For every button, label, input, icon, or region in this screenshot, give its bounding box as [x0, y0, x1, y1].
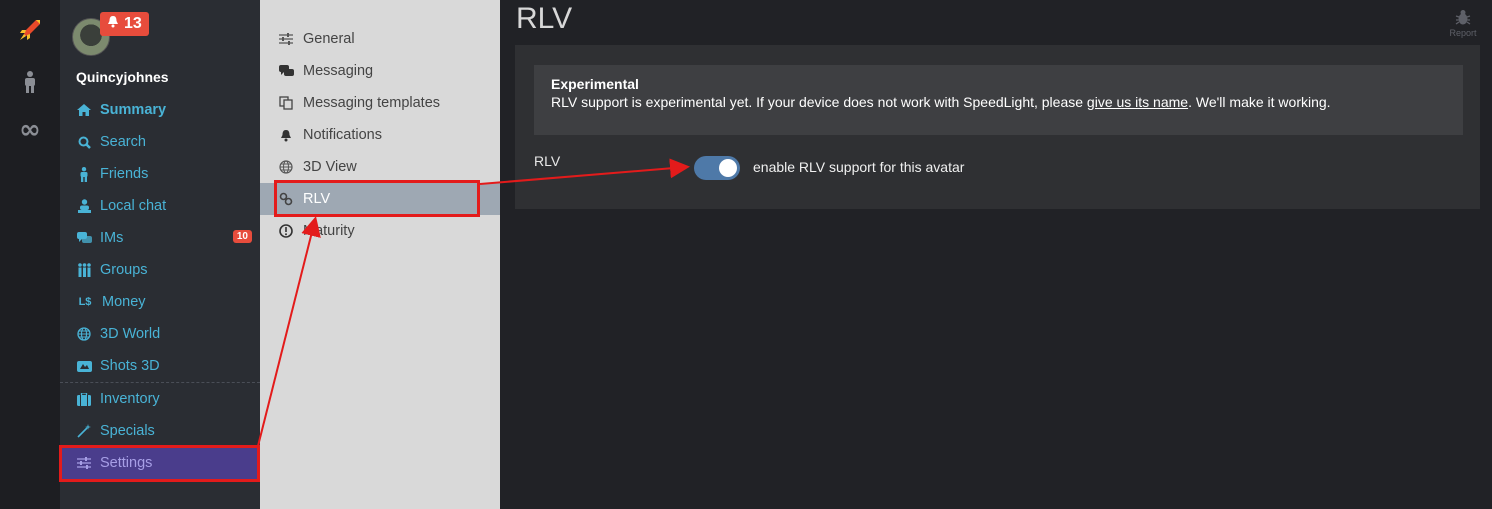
settings-item-label: General — [303, 31, 355, 47]
report-button[interactable]: Report — [1446, 8, 1480, 38]
settings-item-3d-view[interactable]: 3D View — [260, 151, 500, 183]
rail-item-home[interactable] — [0, 12, 60, 52]
page-title: RLV — [516, 2, 573, 35]
nav-item-label: Inventory — [100, 391, 160, 407]
alert-heading: Experimental — [551, 76, 639, 92]
settings-menu: General Messaging Messaging templates No… — [260, 0, 500, 509]
nav-item-label: Summary — [100, 102, 167, 118]
settings-item-label: Messaging templates — [303, 95, 441, 111]
alert-text-start: RLV support is experimental yet. If your… — [551, 94, 1087, 110]
nav-item-local-chat[interactable]: Local chat — [60, 190, 260, 222]
settings-item-maturity[interactable]: Maturity — [260, 215, 500, 247]
messaging-icon — [278, 63, 294, 79]
search-icon — [76, 134, 92, 150]
ims-count-badge: 10 — [232, 230, 252, 243]
notifications-badge[interactable]: 13 — [100, 12, 149, 36]
rlv-toggle[interactable] — [694, 156, 740, 180]
sliders-icon — [278, 31, 294, 47]
nav-item-3d-world[interactable]: 3D World — [60, 318, 260, 350]
ims-icon — [76, 230, 92, 246]
rail-item-infinity[interactable]: ∞ — [0, 110, 60, 150]
nav-item-inventory[interactable]: Inventory — [60, 383, 260, 415]
bell-icon — [107, 15, 119, 33]
money-icon: L$ — [78, 296, 92, 308]
nav-item-label: Money — [102, 294, 146, 310]
local-chat-icon — [76, 198, 92, 214]
nav-item-label: 3D World — [100, 326, 161, 342]
settings-item-label: 3D View — [303, 159, 357, 175]
sliders-icon — [76, 455, 92, 471]
templates-icon — [278, 95, 294, 111]
nav-item-ims[interactable]: IMs 10 — [60, 222, 260, 254]
nav-item-specials[interactable]: Specials — [60, 415, 260, 447]
settings-item-general[interactable]: General — [260, 23, 500, 55]
app-rail: ∞ — [0, 0, 60, 509]
report-label: Report — [1449, 28, 1477, 38]
alert-text: RLV support is experimental yet. If your… — [551, 94, 1446, 110]
rlv-panel: Experimental RLV support is experimental… — [515, 45, 1480, 209]
shots-icon — [76, 358, 92, 374]
friends-icon — [76, 166, 92, 182]
nav-item-label: Specials — [100, 423, 155, 439]
home-icon — [76, 102, 92, 118]
warning-icon — [278, 223, 294, 239]
wand-icon — [76, 423, 92, 439]
nav-item-label: Settings — [100, 455, 153, 471]
main-nav: 13 Quincyjohnes Summary Search Friends L… — [60, 0, 260, 509]
nav-item-label: IMs — [100, 230, 124, 246]
nav-item-label: Shots 3D — [100, 358, 160, 374]
notifications-count: 13 — [124, 15, 142, 32]
rocket-icon — [16, 16, 44, 48]
link-icon — [278, 191, 294, 207]
nav-item-shots-3d[interactable]: Shots 3D — [60, 350, 260, 382]
nav-item-summary[interactable]: Summary — [60, 94, 260, 126]
experimental-alert: Experimental RLV support is experimental… — [534, 65, 1463, 135]
inventory-icon — [76, 391, 92, 407]
settings-item-rlv[interactable]: RLV — [260, 183, 500, 215]
infinity-icon: ∞ — [19, 115, 41, 145]
nav-item-label: Local chat — [100, 198, 167, 214]
settings-item-label: RLV — [303, 191, 331, 207]
settings-item-messaging-templates[interactable]: Messaging templates — [260, 87, 500, 119]
alert-text-end: . We'll make it working. — [1188, 94, 1331, 110]
username: Quincyjohnes — [76, 69, 169, 85]
person-icon — [23, 71, 37, 97]
nav-item-search[interactable]: Search — [60, 126, 260, 158]
settings-item-label: Maturity — [303, 223, 355, 239]
nav-item-label: Friends — [100, 166, 149, 182]
groups-icon — [76, 262, 92, 278]
settings-item-notifications[interactable]: Notifications — [260, 119, 500, 151]
give-us-name-link[interactable]: give us its name — [1087, 94, 1188, 110]
rlv-setting-label: RLV — [534, 153, 561, 169]
bug-icon — [1446, 8, 1480, 28]
rlv-toggle-label: enable RLV support for this avatar — [753, 159, 965, 175]
globe-icon — [278, 159, 294, 175]
toggle-knob — [719, 159, 737, 177]
nav-item-money[interactable]: L$ Money — [60, 286, 260, 318]
globe-icon — [76, 326, 92, 342]
nav-item-groups[interactable]: Groups — [60, 254, 260, 286]
nav-item-settings[interactable]: Settings — [60, 447, 260, 479]
bell-icon — [278, 127, 294, 143]
settings-item-messaging[interactable]: Messaging — [260, 55, 500, 87]
nav-item-label: Groups — [100, 262, 148, 278]
settings-item-label: Messaging — [303, 63, 374, 79]
nav-item-label: Search — [100, 134, 146, 150]
rail-item-avatar[interactable] — [0, 64, 60, 104]
nav-item-friends[interactable]: Friends — [60, 158, 260, 190]
settings-item-label: Notifications — [303, 127, 382, 143]
